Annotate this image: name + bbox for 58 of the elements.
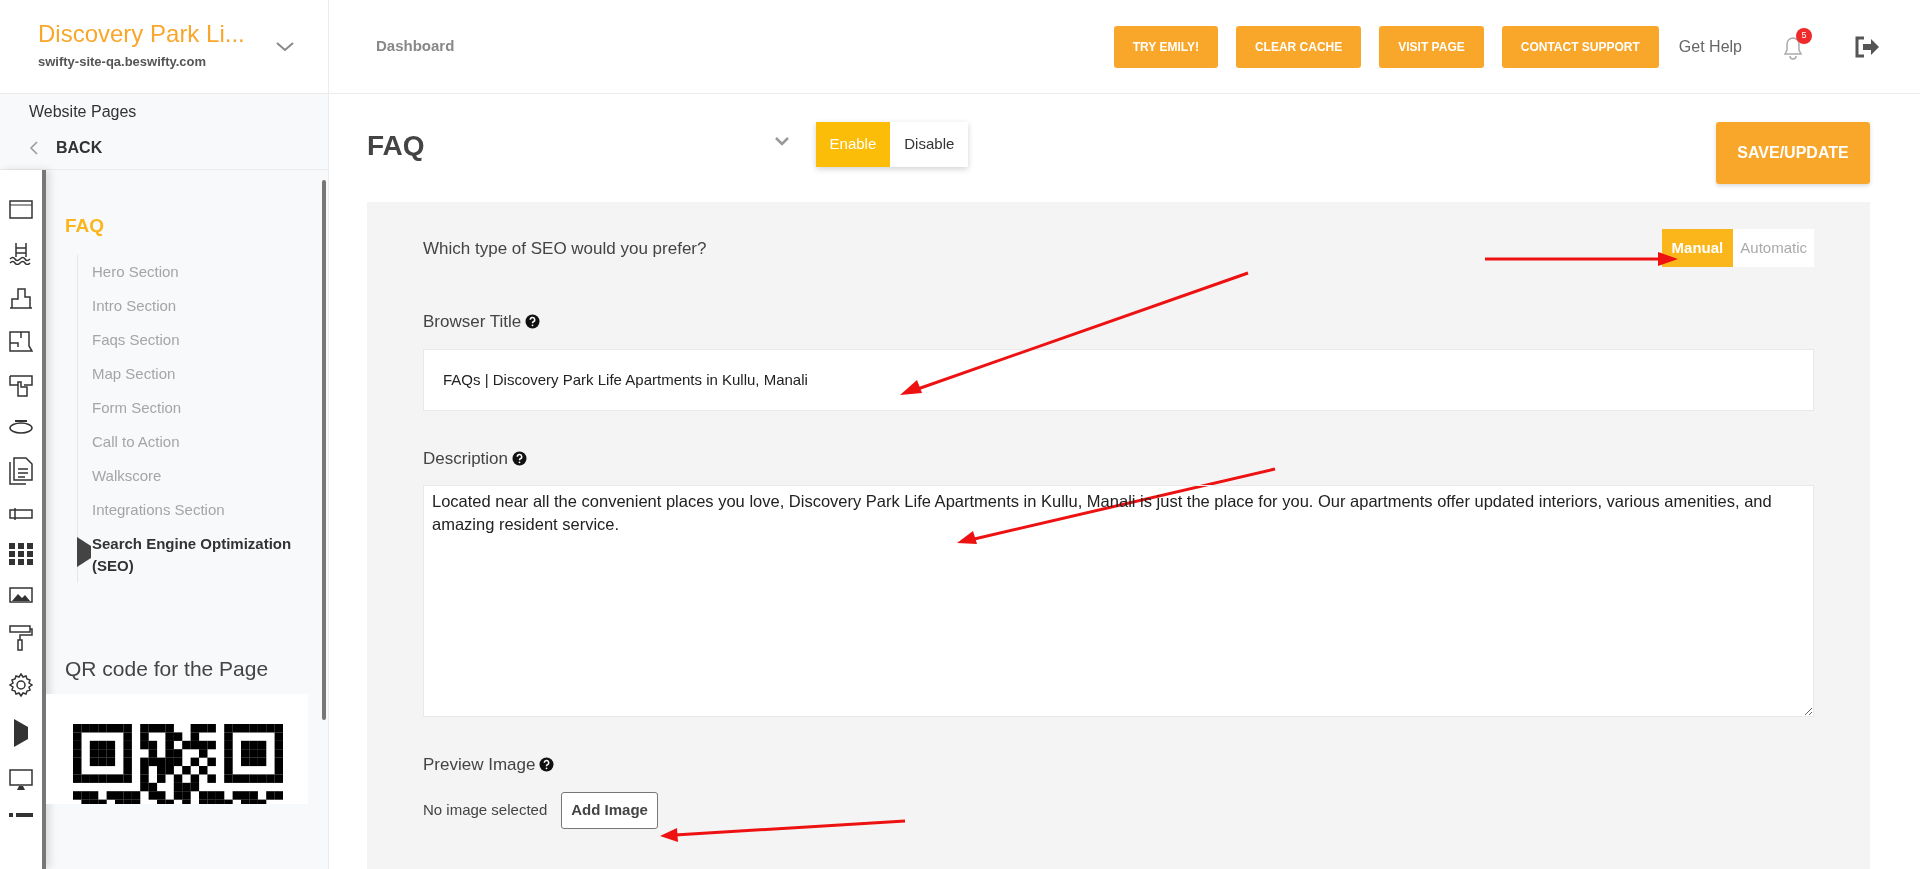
page-title: FAQ: [64, 214, 105, 238]
list-icon[interactable]: [9, 813, 33, 819]
sidebar-item[interactable]: Integrations Section: [92, 498, 298, 521]
chevron-left-icon[interactable]: [29, 141, 38, 155]
status-toggle-option[interactable]: Disable: [890, 122, 969, 167]
field-label: Browser Title: [423, 311, 522, 333]
browser-window-icon[interactable]: [9, 200, 33, 219]
text-field-icon[interactable]: [9, 507, 33, 521]
settings-icon[interactable]: [9, 673, 33, 697]
sidebar-item[interactable]: Intro Section: [92, 294, 298, 317]
sidebar-item[interactable]: Faqs Section: [92, 328, 298, 351]
sidebar-item[interactable]: Walkscore: [92, 464, 298, 487]
field-label: Preview Image: [423, 754, 536, 776]
section-heading: Website Pages: [29, 102, 137, 122]
seo-mode-option[interactable]: Manual: [1661, 229, 1734, 267]
monitor-icon[interactable]: [9, 769, 33, 791]
buildings-icon[interactable]: [9, 287, 33, 309]
help-icon[interactable]: [539, 757, 555, 773]
help-icon[interactable]: [525, 314, 541, 330]
image-icon[interactable]: [9, 587, 33, 603]
save-update-button[interactable]: SAVE/UPDATE: [1716, 122, 1870, 184]
pool-ladder-icon[interactable]: [9, 241, 33, 265]
sidebar-item[interactable]: Map Section: [92, 362, 298, 385]
document-icon[interactable]: [9, 457, 33, 485]
chevron-down-icon[interactable]: [276, 41, 294, 52]
field-label: Description: [423, 447, 509, 470]
site-url: swifty-site-qa.beswifty.com: [38, 52, 207, 71]
selection-marker-icon: [77, 536, 91, 567]
sidebar-item[interactable]: Form Section: [92, 396, 298, 419]
help-icon[interactable]: [512, 450, 528, 466]
status-toggle-option[interactable]: Enable: [815, 122, 891, 167]
toolbar-button[interactable]: TRY EMILY!: [1113, 25, 1218, 68]
breadcrumb-link[interactable]: Dashboard: [376, 35, 455, 58]
get-help-link[interactable]: Get Help: [1678, 34, 1742, 59]
back-link[interactable]: BACK: [56, 136, 103, 160]
sidebar-item[interactable]: Hero Section: [92, 260, 298, 283]
toolbar-button[interactable]: CLEAR CACHE: [1235, 25, 1362, 68]
toolbar-button[interactable]: VISIT PAGE: [1379, 25, 1484, 68]
sidebar-item[interactable]: Search Engine Optimization (SEO): [92, 532, 298, 577]
chevron-down-icon[interactable]: [774, 137, 789, 146]
bell-icon[interactable]: [1782, 35, 1804, 60]
notification-badge: 5: [1796, 27, 1812, 44]
toolbar-button[interactable]: CONTACT SUPPORT: [1501, 25, 1659, 68]
image-status-text: No image selected: [423, 799, 548, 820]
seo-question: Which type of SEO would you prefer?: [423, 238, 707, 260]
hand-pointer-icon[interactable]: [9, 375, 33, 397]
seo-mode-option[interactable]: Automatic: [1733, 229, 1814, 267]
qr-code-heading: QR code for the Page: [64, 655, 269, 682]
logout-icon[interactable]: [1854, 35, 1880, 58]
grid-icon[interactable]: [9, 543, 33, 565]
sidebar-item[interactable]: Call to Action: [92, 430, 298, 453]
site-title: Discovery Park Li...: [38, 21, 245, 46]
text-input-field[interactable]: FAQs | Discovery Park Life Apartments in Kullu, Manali: [423, 348, 1814, 411]
triangle-marker-icon[interactable]: [14, 719, 28, 747]
floor-plan-icon[interactable]: [9, 331, 33, 353]
add-image-button[interactable]: Add Image: [561, 791, 658, 829]
page-heading: FAQ: [367, 129, 425, 163]
paint-roller-icon[interactable]: [9, 625, 33, 651]
